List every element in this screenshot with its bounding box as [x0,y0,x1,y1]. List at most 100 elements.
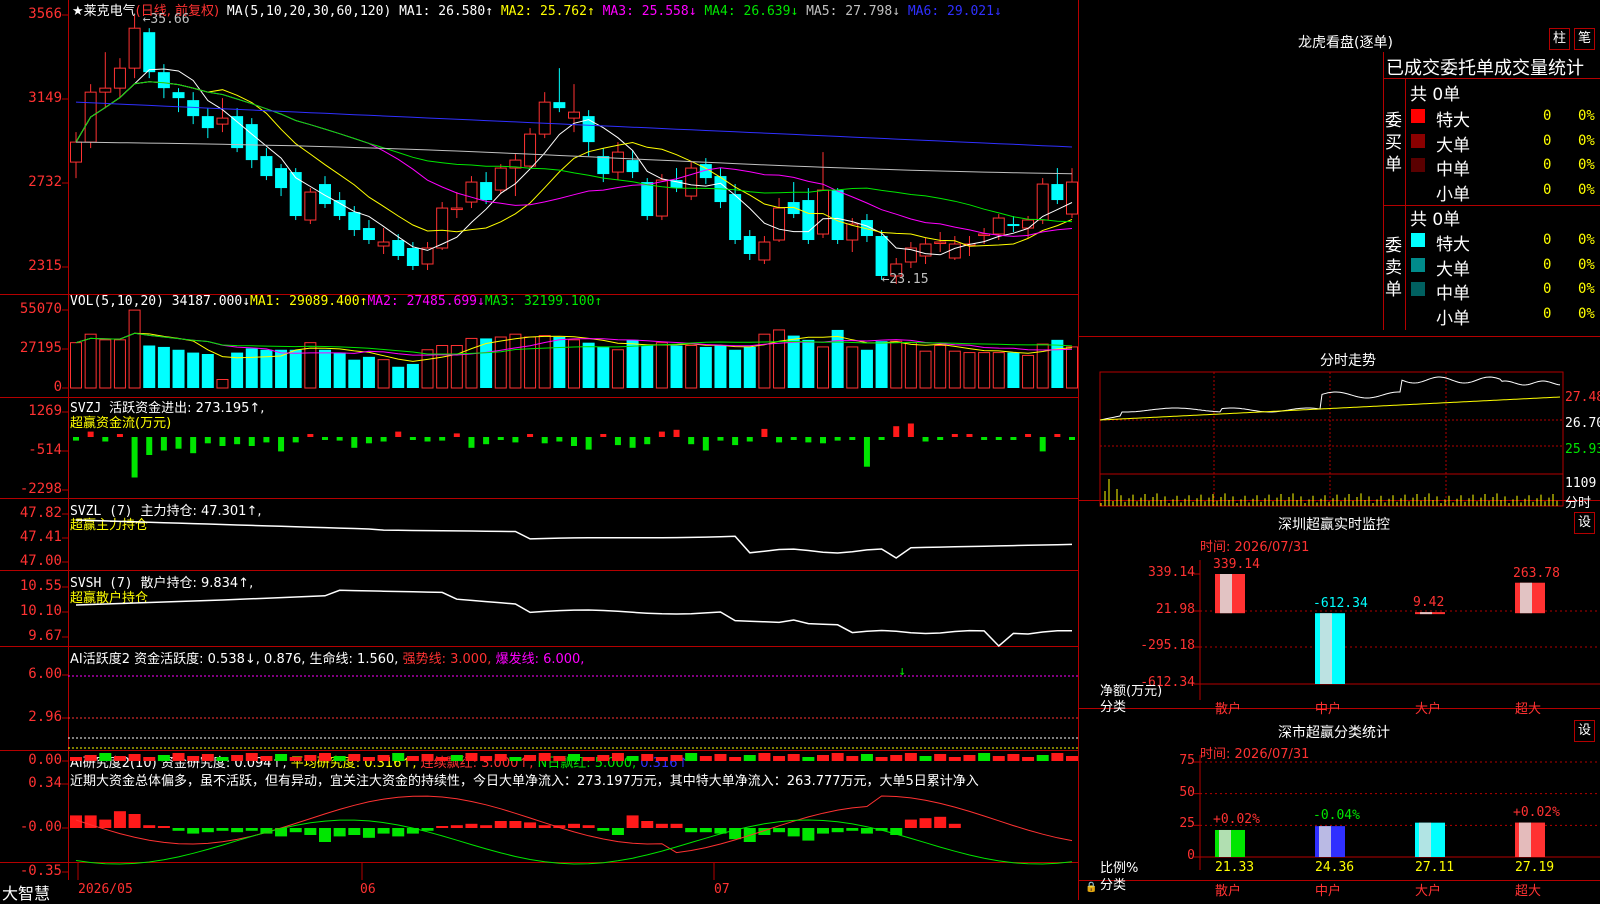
candle-down [626,160,639,173]
activity-bar [421,754,434,761]
activity-bar [465,753,478,761]
candle-up [128,27,141,69]
volume-bar-up [685,345,698,389]
candle-up [494,167,507,191]
activity-bar [128,754,141,761]
candle-up [216,117,229,125]
research-bar [348,828,361,835]
volume-bar-down [319,349,331,388]
stats-settings-button[interactable]: 设 [1574,720,1596,742]
activity-bar [1036,755,1049,761]
activity-bar [377,755,390,761]
activity-bar [948,757,961,761]
volume-bar-up [113,339,126,389]
activity-bar [685,753,698,761]
volume-bar-down [406,363,419,388]
candle-up [304,191,317,221]
candle-down [172,92,185,99]
volume-bar-down [597,346,610,388]
volume-bar-down [714,345,727,388]
fund-flow-bar [351,437,358,448]
candle-up [538,101,551,135]
candle-down [275,168,288,189]
fund-flow-bar [658,431,665,437]
volume-bar-up [655,342,668,389]
candle-down [641,182,654,217]
monitor-cat-label: 散户 [1215,702,1242,717]
activity-bar [670,755,683,761]
volume-bar-down [626,339,639,388]
bar-mode-button[interactable]: 柱 [1549,28,1571,50]
activity-bar [802,757,815,761]
stats-cat-label: 大户 [1415,884,1442,899]
activity-bar [333,756,346,761]
monitor-bar-2 [1315,613,1345,684]
candle-down [553,102,566,109]
monitor-bar-highlight [1320,613,1332,684]
sell-color-swatch [1411,233,1425,247]
fund-flow-bar [322,437,328,440]
volume-bar-down [802,339,815,388]
fund-flow-bar [175,437,182,449]
fund-flow-bar [365,437,372,444]
activity-bar [978,753,991,761]
activity-bar [494,754,507,761]
monitor-bar-4 [1515,582,1545,614]
research-bar [611,828,624,835]
volume-bar-up [773,329,786,389]
research-bar [919,818,932,828]
buy-color-swatch [1411,133,1425,148]
candle-up [992,217,1005,235]
candle-up [377,241,390,247]
candle-down [201,116,214,129]
activity-bar [846,756,859,761]
fund-flow-bar [571,437,577,446]
intraday-ytick-3: 25.93 [1565,442,1600,457]
activity-bar [157,755,170,761]
volume-bar-down [553,337,566,388]
fund-flow-bar [1069,437,1075,440]
stats-bar-4 [1515,822,1545,857]
volume-bar-down [392,366,405,388]
monitor-cat-label: 中户 [1315,702,1342,717]
sell-color-swatch [1411,282,1425,296]
research-bar [99,819,112,828]
fund-flow-bar [878,437,885,440]
activity-bar [904,753,917,761]
low-marker: ←23.15 [882,272,929,287]
activity-bar [289,757,302,761]
research-bar [509,821,522,828]
tick-mode-button[interactable]: 笔 [1574,28,1596,50]
volume-bar-up [377,359,390,389]
intraday-vol-label: 分时 [1565,496,1592,511]
research-bar [597,828,610,831]
volume-bar-up [128,309,141,389]
activity-bar [436,757,449,761]
stats-bar-value: 21.33 [1215,860,1255,875]
activity-bar [743,755,756,761]
research-bar [231,828,244,833]
research-bar [773,828,786,833]
monitor-bar-highlight [1220,574,1232,614]
monitor-settings-button[interactable]: 设 [1574,512,1596,534]
research-bar [626,815,639,828]
activity-bar [319,753,331,761]
research-bar [904,819,917,828]
activity-bar [875,757,888,761]
volume-bar-down [157,346,170,388]
research-bar [187,828,200,834]
candle-down [1007,224,1020,227]
volume-bar-up [846,346,859,389]
candle-up [99,87,112,93]
activity-bar [70,757,82,761]
candle-down [597,156,610,175]
stats-ytick: 75 [1179,753,1195,768]
volume-bar-down [729,349,742,388]
fund-flow-bar [966,434,973,437]
candle-up [685,167,698,197]
stats-cat-label: 中户 [1315,884,1342,899]
research-bar [538,825,551,828]
monitor-time: 时间: 2026/07/31 [1200,540,1310,555]
candle-up [934,241,947,245]
fund-flow-bar [1025,434,1032,437]
